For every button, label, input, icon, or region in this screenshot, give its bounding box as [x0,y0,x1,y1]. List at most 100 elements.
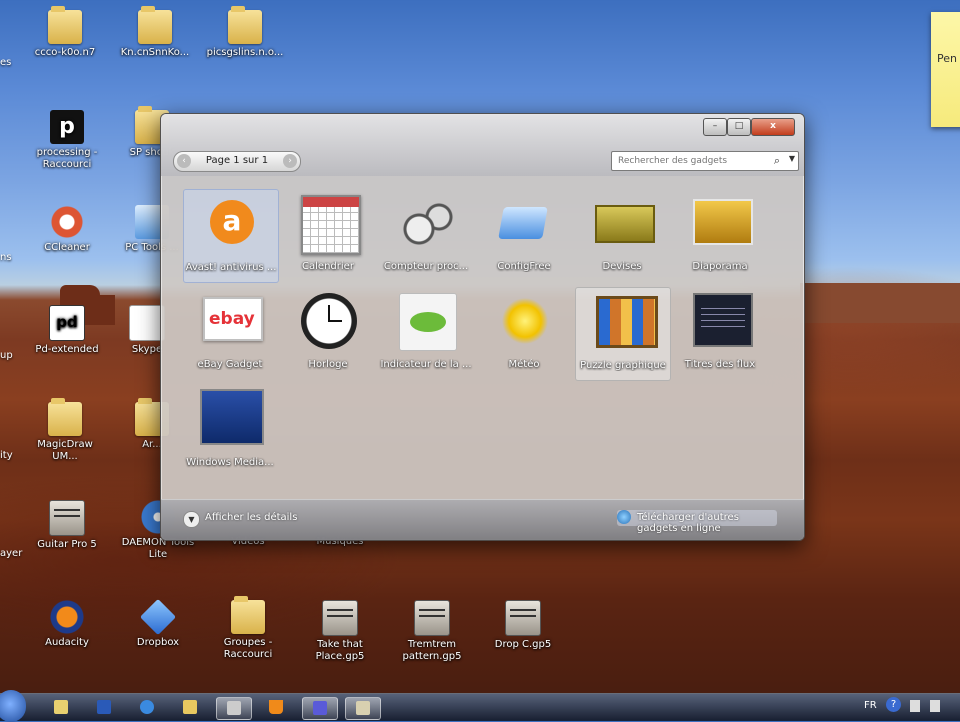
gadget-tile[interactable]: Calendrier [281,189,375,281]
desktop-icon[interactable]: Tremtrem pattern.gp5 [392,600,472,663]
ebay-icon [203,297,263,341]
desktop-icon-label: CCleaner [44,242,90,253]
desktop-edge-label: es [0,57,12,68]
taskbar-item[interactable] [259,697,293,718]
gadget-label: Horloge [308,359,348,370]
desktop-icon[interactable]: Take that Place.gp5 [300,600,380,663]
help-icon[interactable]: ? [886,697,901,712]
desktop-icon-label: picsgslins.n.o... [206,47,284,58]
app-icon [356,701,370,715]
gadget-tile[interactable]: ConfigFree [477,189,571,281]
taskbar: FR ? [0,690,960,722]
gadget-grid: Avast! antivirus ... Calendrier Compteur… [179,187,779,487]
gadget-tile[interactable]: Compteur proc... [379,189,473,281]
language-indicator[interactable]: FR [864,700,877,711]
desktop-icon[interactable]: CCleaner [27,205,107,254]
chevron-down-icon[interactable]: ▼ [183,511,200,528]
window-footer: ▼ Afficher les détails Télécharger d'aut… [161,499,804,540]
gadget-tile[interactable]: Titres des flux [673,287,767,379]
taskbar-item[interactable] [44,697,78,718]
desktop-icon[interactable]: Groupes - Raccourci [208,596,288,661]
clock-icon [301,293,357,349]
gadget-label: Windows Media... [186,457,274,468]
desktop-icon[interactable]: Audacity [27,600,107,649]
tray-icon[interactable] [910,700,920,712]
gadget-tile[interactable]: Horloge [281,287,375,379]
desktop-edge-label: up [0,350,13,361]
start-button[interactable] [0,690,26,722]
desktop-icon[interactable]: Kn.cnSnnKo... [115,6,195,59]
gadget-tile[interactable]: Windows Media... [183,385,277,477]
gadget-label: Avast! antivirus ... [185,262,277,273]
desktop-icon-label: Guitar Pro 5 [37,539,97,550]
gadget-label: Indicateur de la ... [380,359,472,370]
weather-icon [497,293,553,349]
desktop-icon-label: Groupes - Raccourci [223,637,273,660]
desktop-icon[interactable]: pd Pd-extended [27,305,107,356]
gadget-tile[interactable]: Puzzle graphique [575,287,671,381]
taskbar-item[interactable] [302,697,338,720]
desktop-icon[interactable]: p processing - Raccourci [27,110,107,171]
taskbar-item[interactable] [173,697,207,718]
desktop-icon-label: Audacity [45,637,89,648]
chevron-down-icon[interactable]: ▼ [789,154,795,163]
folder-icon [231,596,265,634]
desktop-icon-label: ccco-k0o.n7 [34,47,96,58]
dropbox-icon [139,598,177,636]
puzzle-icon [596,296,658,348]
gadget-tile[interactable]: Avast! antivirus ... [183,189,279,283]
app-icon [313,701,327,715]
desktop-icon[interactable]: Drop C.gp5 [483,600,563,651]
gadget-label: Titres des flux [684,359,756,370]
folder-icon [183,700,197,714]
gadget-label: Devises [602,261,642,272]
maximize-button[interactable]: □ [727,118,751,136]
gadget-label: eBay Gadget [197,359,263,370]
currency-icon [595,205,655,243]
app-icon [54,700,68,714]
vlc-icon [269,700,283,714]
gadget-tile[interactable]: Diaporama [673,189,767,281]
search-input[interactable] [616,153,768,169]
processing-icon: p [50,110,84,144]
desktop-icon[interactable]: Dropbox [118,598,198,649]
pd-extended-icon: pd [49,305,85,341]
audacity-icon [50,600,84,634]
gadget-tile[interactable]: Indicateur de la ... [379,287,473,379]
ccleaner-icon [50,205,84,239]
taskbar-item[interactable] [216,697,252,720]
folder-icon [48,398,82,436]
gadget-tile[interactable]: eBay Gadget [183,287,277,379]
sticky-note[interactable]: Pen [931,12,960,127]
gadget-label: Diaporama [692,261,748,272]
guitar-pro-file-icon [322,600,358,636]
desktop-icon[interactable]: ccco-k0o.n7 [25,6,105,59]
get-more-gadgets-link[interactable]: Télécharger d'autres gadgets en ligne [617,510,777,534]
slideshow-icon [693,199,753,245]
taskbar-item[interactable] [130,697,164,718]
taskbar-item[interactable] [345,697,381,720]
ie-icon [140,700,154,714]
folder-icon [138,6,172,44]
minimize-button[interactable]: – [703,118,727,136]
desktop-icon[interactable]: picsgslins.n.o... [205,6,285,59]
page-navigator: ‹ Page 1 sur 1 › [173,151,301,172]
volume-icon[interactable] [930,700,940,712]
show-details-toggle[interactable]: Afficher les détails [205,512,297,523]
sticky-note-text: Pen [937,52,957,65]
gadget-tile[interactable]: Météo [477,287,571,379]
configfree-icon [498,207,548,239]
close-button[interactable]: x [751,118,795,136]
window-titlebar[interactable]: – □ x ‹ Page 1 sur 1 › ⌕ ▼ [161,114,804,176]
desktop-icon[interactable]: Guitar Pro 5 [27,500,107,551]
next-page-button[interactable]: › [283,154,297,168]
desktop-icon-label: Pd-extended [35,344,99,355]
search-icon[interactable]: ⌕ [774,154,780,168]
desktop-icon[interactable]: MagicDraw UM... [25,398,105,463]
gadget-tile[interactable]: Devises [575,189,669,281]
globe-icon [617,510,631,524]
guitar-pro-icon [49,500,85,536]
folder-icon [228,6,262,44]
gadget-search-box: ⌕ ▼ [611,151,799,171]
taskbar-item[interactable] [87,697,121,718]
